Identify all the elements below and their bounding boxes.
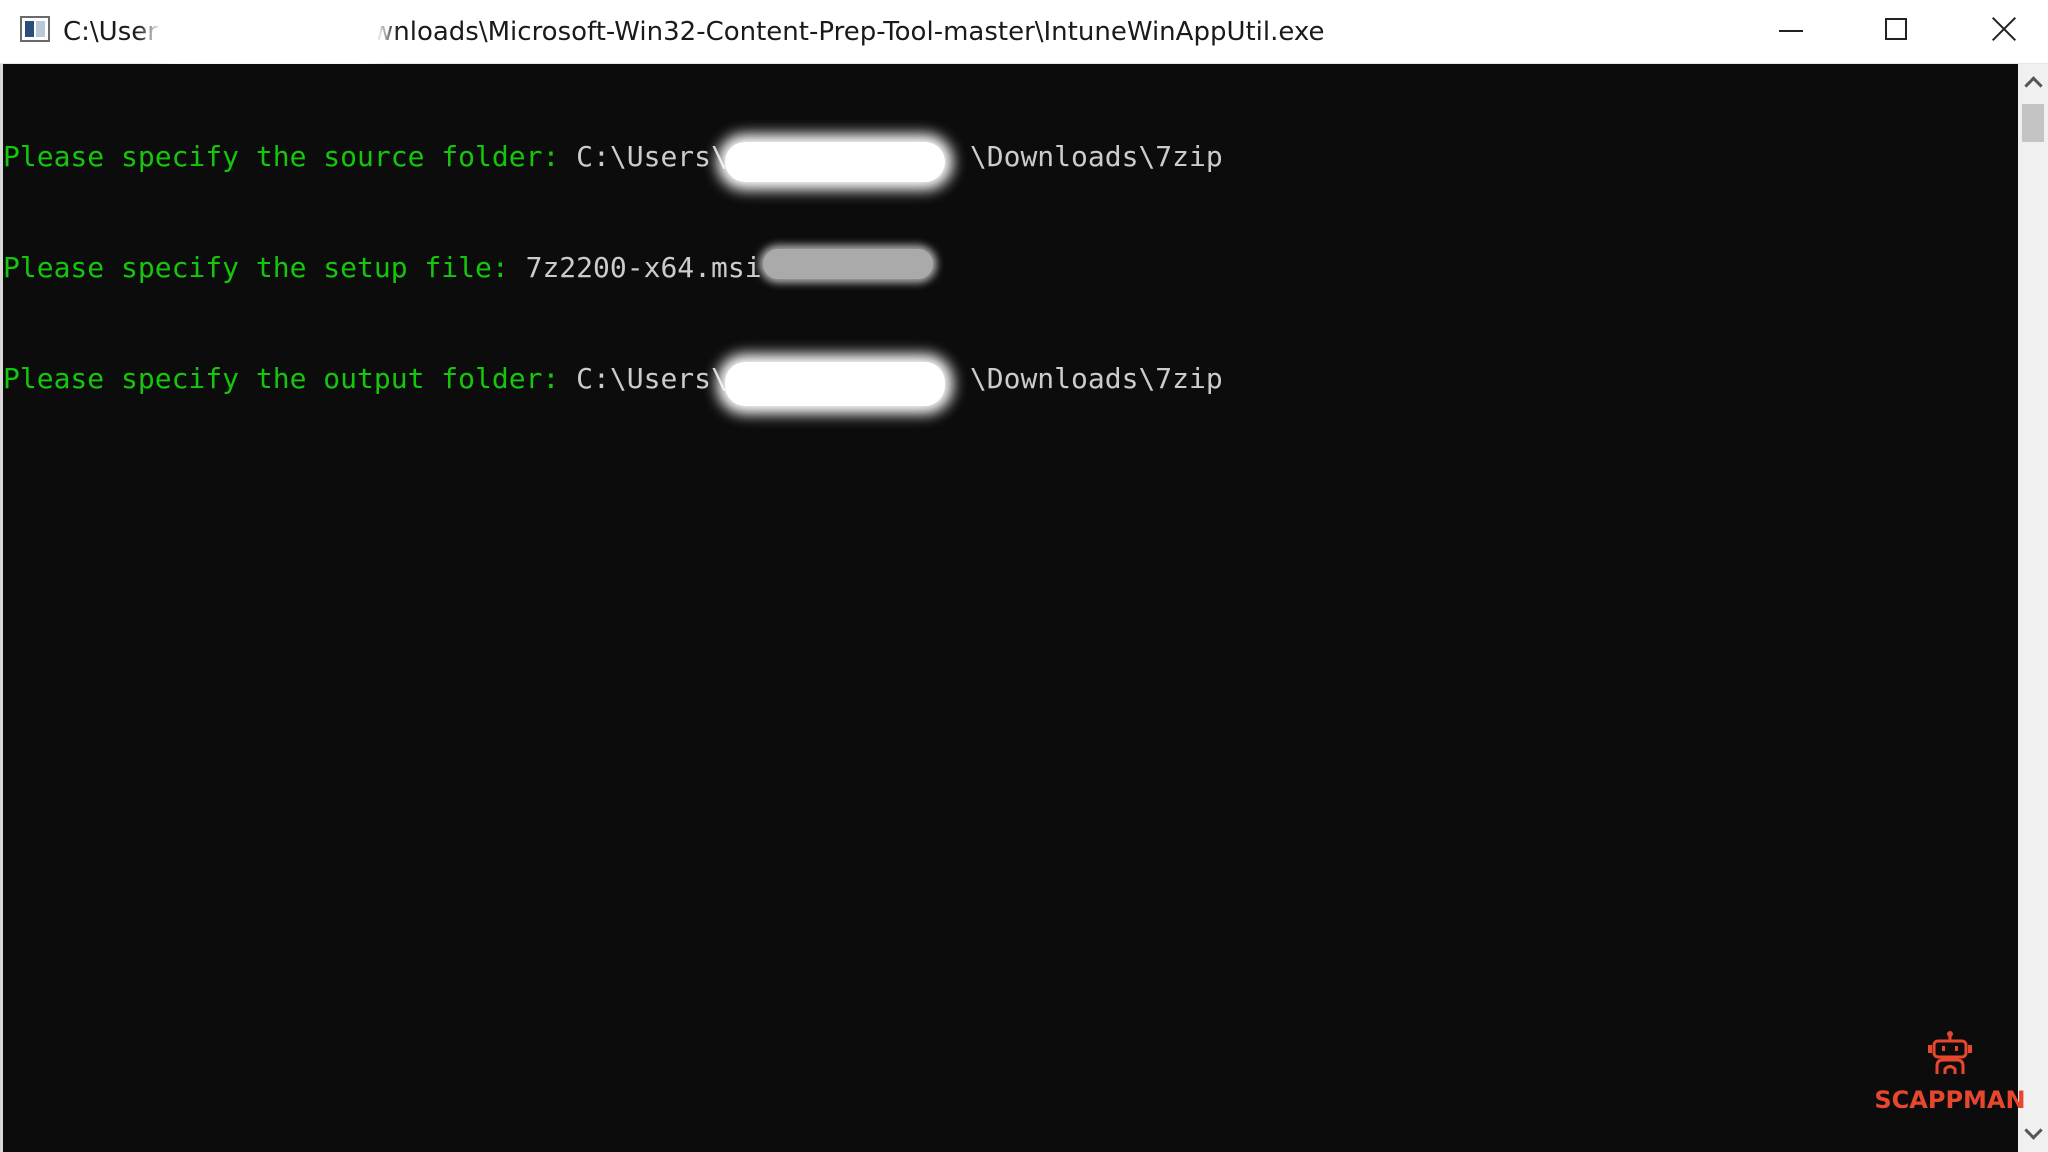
output-folder-value-start: C:\Users\ xyxy=(576,362,728,395)
console-app-icon[interactable] xyxy=(20,16,50,42)
title-bar[interactable]: C:\Users wnloads\Microsoft-Win32-Content… xyxy=(0,0,2048,64)
console-window: C:\Users wnloads\Microsoft-Win32-Content… xyxy=(0,0,2048,1152)
window-title-start: C:\Users xyxy=(63,17,172,47)
close-button[interactable] xyxy=(1951,0,2048,63)
console-line-output-folder: Please specify the output folder: C:\Use… xyxy=(3,360,2018,406)
setup-file-prompt: Please specify the setup file: xyxy=(3,251,526,284)
close-icon xyxy=(1990,15,2018,43)
watermark-text: SCAPPMAN xyxy=(1874,1086,2026,1114)
console-line-setup-file: Please specify the setup file: 7z2200-x6… xyxy=(3,249,2018,286)
redacted-area xyxy=(763,249,933,279)
console-output[interactable]: Please specify the source folder: C:\Use… xyxy=(3,64,2018,1152)
setup-file-value: 7z2200-x64.msi xyxy=(525,251,762,284)
minimize-icon xyxy=(1779,30,1803,32)
redacted-username-title xyxy=(158,14,378,56)
source-folder-prompt: Please specify the source folder: xyxy=(3,140,577,173)
scroll-down-button[interactable] xyxy=(2018,1116,2048,1152)
minimize-button[interactable] xyxy=(1739,0,1845,63)
redacted-username xyxy=(725,142,945,182)
scroll-up-button[interactable] xyxy=(2018,64,2048,100)
source-folder-value-start: C:\Users\ xyxy=(576,140,728,173)
watermark-logo: SCAPPMAN xyxy=(1860,1030,2040,1120)
output-folder-value-end: \Downloads\7zip xyxy=(969,362,1223,395)
chevron-down-icon xyxy=(2024,1121,2043,1140)
vertical-scrollbar[interactable] xyxy=(2018,64,2048,1152)
window-title-end: wnloads\Microsoft-Win32-Content-Prep-Too… xyxy=(372,17,1325,47)
chevron-up-icon xyxy=(2024,76,2043,95)
console-line-source-folder: Please specify the source folder: C:\Use… xyxy=(3,138,2018,182)
redacted-username xyxy=(725,362,945,406)
output-folder-prompt: Please specify the output folder: xyxy=(3,362,577,395)
robot-icon xyxy=(1928,1031,1972,1074)
maximize-button[interactable] xyxy=(1845,0,1951,63)
maximize-icon xyxy=(1885,18,1907,40)
scroll-thumb[interactable] xyxy=(2022,104,2044,142)
source-folder-value-end: \Downloads\7zip xyxy=(969,140,1223,173)
